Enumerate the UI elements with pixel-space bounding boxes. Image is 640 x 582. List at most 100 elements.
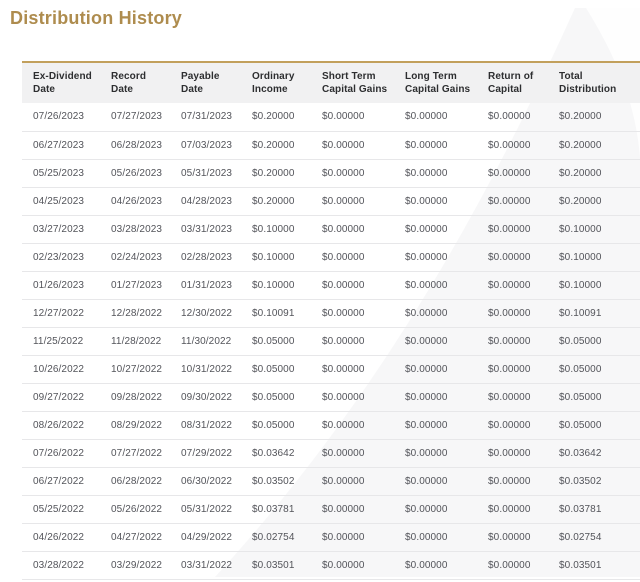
table-cell: 07/03/2023 — [170, 131, 241, 159]
table-cell: $0.20000 — [548, 159, 640, 187]
table-cell: 09/28/2022 — [100, 383, 170, 411]
table-cell: $0.03642 — [548, 439, 640, 467]
table-cell: $0.00000 — [477, 215, 548, 243]
table-cell: 12/28/2022 — [100, 299, 170, 327]
table-cell: 02/28/2023 — [170, 243, 241, 271]
table-cell: $0.00000 — [311, 495, 394, 523]
table-row: 10/26/202210/27/202210/31/2022$0.05000$0… — [22, 355, 640, 383]
table-cell: $0.00000 — [477, 383, 548, 411]
table-cell: 03/29/2022 — [100, 551, 170, 579]
table-cell: $0.00000 — [311, 523, 394, 551]
table-cell: $0.20000 — [241, 131, 311, 159]
table-cell: $0.00000 — [311, 383, 394, 411]
table-row: 09/27/202209/28/202209/30/2022$0.05000$0… — [22, 383, 640, 411]
table-cell: $0.03501 — [241, 551, 311, 579]
table-cell: $0.00000 — [477, 299, 548, 327]
table-cell: 07/27/2022 — [100, 439, 170, 467]
table-cell: $0.00000 — [311, 187, 394, 215]
table-cell: 03/28/2022 — [22, 551, 100, 579]
table-cell: $0.00000 — [477, 327, 548, 355]
table-cell: $0.00000 — [394, 439, 477, 467]
table-cell: 01/31/2023 — [170, 271, 241, 299]
table-row: 07/26/202207/27/202207/29/2022$0.03642$0… — [22, 439, 640, 467]
table-cell: 08/29/2022 — [100, 411, 170, 439]
table-cell: 09/27/2022 — [22, 383, 100, 411]
table-cell: $0.00000 — [394, 327, 477, 355]
table-row: 04/26/202204/27/202204/29/2022$0.02754$0… — [22, 523, 640, 551]
table-cell: 11/30/2022 — [170, 327, 241, 355]
table-cell: $0.00000 — [394, 215, 477, 243]
table-cell: 05/25/2022 — [22, 495, 100, 523]
table-cell: $0.10091 — [548, 299, 640, 327]
table-cell: 06/27/2022 — [22, 467, 100, 495]
table-cell: $0.00000 — [311, 243, 394, 271]
table-cell: 03/31/2022 — [170, 551, 241, 579]
column-header-return-of-capital: Return of Capital — [477, 63, 548, 103]
column-header-record-date: Record Date — [100, 63, 170, 103]
table-cell: 05/25/2023 — [22, 159, 100, 187]
table-cell: 12/27/2022 — [22, 299, 100, 327]
table-cell: $0.00000 — [477, 523, 548, 551]
table-cell: $0.00000 — [477, 159, 548, 187]
table-cell: 03/27/2023 — [22, 215, 100, 243]
table-cell: $0.10000 — [241, 215, 311, 243]
table-cell: $0.10000 — [241, 271, 311, 299]
table-cell: $0.00000 — [394, 299, 477, 327]
table-cell: 08/26/2022 — [22, 411, 100, 439]
table-row: 05/25/202205/26/202205/31/2022$0.03781$0… — [22, 495, 640, 523]
table-cell: $0.00000 — [311, 551, 394, 579]
table-cell: 07/27/2023 — [100, 103, 170, 131]
table-row: 03/27/202303/28/202303/31/2023$0.10000$0… — [22, 215, 640, 243]
table-cell: $0.00000 — [477, 439, 548, 467]
column-header-total-distribution: Total Distribution — [548, 63, 640, 103]
table-cell: 05/31/2023 — [170, 159, 241, 187]
table-row: 02/23/202302/24/202302/28/2023$0.10000$0… — [22, 243, 640, 271]
table-cell: $0.10000 — [548, 243, 640, 271]
table-cell: $0.00000 — [311, 439, 394, 467]
table-cell: 07/26/2022 — [22, 439, 100, 467]
table-cell: $0.00000 — [477, 551, 548, 579]
table-cell: $0.05000 — [241, 411, 311, 439]
table-cell: $0.10000 — [241, 243, 311, 271]
table-cell: 01/27/2023 — [100, 271, 170, 299]
table-cell: 11/25/2022 — [22, 327, 100, 355]
table-cell: $0.00000 — [477, 187, 548, 215]
table-cell: $0.00000 — [311, 411, 394, 439]
table-row: 06/27/202306/28/202307/03/2023$0.20000$0… — [22, 131, 640, 159]
table-cell: 02/23/2023 — [22, 243, 100, 271]
table-cell: $0.00000 — [311, 271, 394, 299]
table-cell: $0.00000 — [477, 103, 548, 131]
table-cell: $0.00000 — [394, 551, 477, 579]
table-cell: $0.00000 — [394, 159, 477, 187]
table-cell: $0.05000 — [241, 383, 311, 411]
table-row: 08/26/202208/29/202208/31/2022$0.05000$0… — [22, 411, 640, 439]
table-cell: $0.00000 — [477, 411, 548, 439]
table-cell: 06/28/2023 — [100, 131, 170, 159]
table-cell: $0.10000 — [548, 271, 640, 299]
distribution-history-table-container: Ex-Dividend Date Record Date Payable Dat… — [22, 61, 640, 580]
table-cell: $0.10000 — [548, 215, 640, 243]
table-cell: $0.03781 — [548, 495, 640, 523]
table-cell: $0.00000 — [311, 327, 394, 355]
table-cell: $0.00000 — [311, 467, 394, 495]
column-header-long-term-capital-gains: Long Term Capital Gains — [394, 63, 477, 103]
table-cell: $0.05000 — [548, 383, 640, 411]
table-cell: 06/30/2022 — [170, 467, 241, 495]
table-cell: 03/28/2023 — [100, 215, 170, 243]
table-cell: 04/25/2023 — [22, 187, 100, 215]
column-header-payable-date: Payable Date — [170, 63, 241, 103]
table-cell: $0.02754 — [548, 523, 640, 551]
table-cell: $0.20000 — [548, 103, 640, 131]
table-row: 05/25/202305/26/202305/31/2023$0.20000$0… — [22, 159, 640, 187]
table-cell: $0.00000 — [394, 131, 477, 159]
table-cell: $0.00000 — [394, 495, 477, 523]
table-cell: $0.00000 — [477, 495, 548, 523]
table-row: 11/25/202211/28/202211/30/2022$0.05000$0… — [22, 327, 640, 355]
table-cell: $0.03502 — [548, 467, 640, 495]
table-cell: 05/31/2022 — [170, 495, 241, 523]
table-cell: $0.20000 — [548, 187, 640, 215]
table-cell: 06/28/2022 — [100, 467, 170, 495]
table-cell: 05/26/2023 — [100, 159, 170, 187]
table-cell: 12/30/2022 — [170, 299, 241, 327]
table-cell: $0.00000 — [394, 383, 477, 411]
